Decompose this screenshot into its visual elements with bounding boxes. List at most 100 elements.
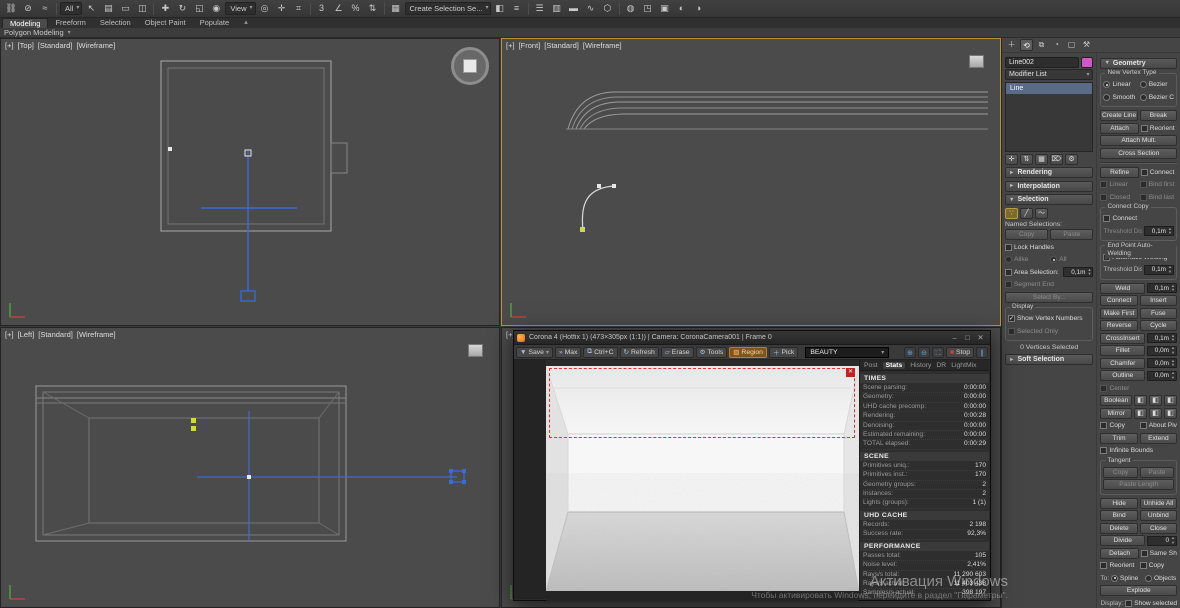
region-close-icon[interactable]: ✕: [846, 368, 855, 377]
layer-explorer-icon[interactable]: ▥: [549, 1, 565, 16]
display-tab-icon[interactable]: ▢: [1065, 39, 1078, 51]
select-and-link-icon[interactable]: ⛓: [3, 1, 19, 16]
render-pass-dropdown[interactable]: BEAUTY ▾: [805, 346, 890, 358]
weld-button[interactable]: Weld: [1100, 282, 1145, 294]
about-pivot-checkbox[interactable]: About Pivot: [1139, 422, 1177, 429]
ribbon-tab-freeform[interactable]: Freeform: [48, 18, 92, 28]
area-selection-checkbox[interactable]: Area Selection:: [1005, 268, 1061, 276]
lock-handles-checkbox[interactable]: Lock Handles: [1005, 243, 1093, 251]
outline-spinner[interactable]: 0,0m ▲ ▼: [1147, 370, 1177, 381]
make-unique-icon[interactable]: ▦: [1035, 153, 1048, 165]
crossinsert-button[interactable]: CrossInsert: [1100, 332, 1145, 344]
corona-ctrl-c-button[interactable]: ⧉ Ctrl+C: [583, 346, 618, 358]
make-first-button[interactable]: Make First: [1100, 307, 1138, 319]
fillet-button[interactable]: Fillet: [1100, 345, 1145, 356]
boolean-option-icon-0[interactable]: ◧: [1134, 395, 1147, 406]
create-tab-icon[interactable]: ＋: [1005, 39, 1018, 51]
detach-button[interactable]: Detach: [1100, 547, 1139, 559]
pin-stack-icon[interactable]: ✛: [1005, 153, 1018, 165]
snaps-toggle-icon[interactable]: 3: [314, 1, 330, 16]
material-editor-icon[interactable]: ◍: [623, 1, 639, 16]
rendered-frame-window-icon[interactable]: ▣: [657, 1, 673, 16]
minimize-icon[interactable]: –: [948, 333, 961, 342]
reorient-checkbox[interactable]: Reorient: [1140, 124, 1177, 132]
utilities-tab-icon[interactable]: ⚒: [1080, 39, 1093, 51]
angle-snap-icon[interactable]: ∠: [331, 1, 347, 16]
select-by-button[interactable]: Select By...: [1005, 291, 1094, 303]
show-vertex-numbers-checkbox[interactable]: ✓ Show Vertex Numbers: [1008, 315, 1090, 322]
spline-radio[interactable]: Spline: [1111, 574, 1143, 582]
render-iterative-icon[interactable]: ◑: [691, 1, 707, 16]
viewport-left[interactable]: [+] [Left] [Standard] [Wireframe]: [0, 327, 500, 608]
viewport-label-part-3[interactable]: [Wireframe]: [76, 41, 115, 50]
divide-spinner[interactable]: 0 ▲ ▼: [1147, 535, 1177, 546]
mirror-option-icon-2[interactable]: ◧: [1164, 407, 1177, 419]
hierarchy-tab-icon[interactable]: ⧉: [1035, 39, 1048, 51]
corona-vfb-window[interactable]: Corona 4 (Hotfix 1) (473×305px (1:1)) | …: [513, 330, 991, 601]
bezier-corner-radio[interactable]: Bezier Corner: [1139, 93, 1174, 101]
viewport-label-part-2[interactable]: [Standard]: [38, 330, 73, 339]
center-checkbox[interactable]: Center: [1100, 384, 1177, 392]
boolean-option-icon-2[interactable]: ◧: [1164, 395, 1177, 406]
rollout-rendering[interactable]: ► Rendering: [1005, 167, 1094, 178]
viewcube-mini[interactable]: [969, 55, 984, 68]
corona-tab-history[interactable]: History: [910, 362, 931, 369]
remove-modifier-icon[interactable]: ⌦: [1050, 153, 1063, 165]
rectangular-selection-region-icon[interactable]: ▭: [117, 1, 133, 16]
connect-checkbox[interactable]: Connect: [1103, 215, 1174, 222]
scene-explorer-icon[interactable]: ☰: [532, 1, 548, 16]
unhide-all-button[interactable]: Unhide All: [1139, 497, 1177, 509]
stop-render-button[interactable]: ■ Stop: [946, 346, 974, 358]
reference-coordinate-system-dropdown[interactable]: View ▾: [225, 2, 256, 15]
extend-button[interactable]: Extend: [1139, 432, 1177, 444]
corona-save-button[interactable]: ▼ Save ▾: [516, 346, 553, 358]
select-and-manipulate-icon[interactable]: ✛: [274, 1, 290, 16]
threshold-dist-spinner[interactable]: 0,1m ▲ ▼: [1144, 226, 1174, 236]
create-line-button[interactable]: Create Line: [1100, 110, 1138, 121]
mirror-button[interactable]: Mirror: [1100, 407, 1132, 419]
rollout-soft-selection[interactable]: ► Soft Selection: [1005, 354, 1094, 365]
viewport-label-part-0[interactable]: [+]: [506, 41, 515, 50]
infinite-bounds-checkbox[interactable]: Infinite Bounds: [1100, 447, 1177, 454]
viewport-label-part-3[interactable]: [Wireframe]: [77, 330, 116, 339]
stack-item-line[interactable]: Line: [1006, 82, 1093, 94]
reverse-button[interactable]: Reverse: [1100, 320, 1138, 331]
percent-snap-icon[interactable]: %: [348, 1, 364, 16]
viewport-label-part-2[interactable]: [Standard]: [38, 41, 73, 50]
area-selection-spinner[interactable]: 0,1m ▲ ▼: [1063, 267, 1094, 277]
ribbon-tab-modeling[interactable]: Modeling: [2, 18, 49, 28]
show-end-result-icon[interactable]: ⇅: [1020, 153, 1033, 165]
cycle-button[interactable]: Cycle: [1139, 320, 1177, 331]
curve-editor-icon[interactable]: ∿: [583, 1, 599, 16]
viewport-label-part-0[interactable]: [+]: [5, 330, 14, 339]
paste-button[interactable]: Paste: [1139, 466, 1174, 478]
mirror-option-icon-1[interactable]: ◧: [1149, 407, 1162, 419]
configure-modifier-sets-icon[interactable]: ⚙: [1065, 153, 1078, 165]
fillet-spinner[interactable]: 0,0m ▲ ▼: [1147, 345, 1177, 356]
viewport-label-part-3[interactable]: [Wireframe]: [583, 41, 622, 50]
align-icon[interactable]: ≡: [509, 1, 525, 16]
selected-only-checkbox[interactable]: Selected Only: [1008, 327, 1090, 335]
divide-button[interactable]: Divide: [1100, 535, 1145, 546]
bind-first-checkbox[interactable]: Bind first: [1139, 181, 1177, 188]
mirror-icon[interactable]: ◧: [492, 1, 508, 16]
pause-render-icon[interactable]: ∥: [976, 346, 988, 358]
object-name-field[interactable]: Line002: [1005, 56, 1080, 68]
copy-checkbox[interactable]: Copy: [1100, 422, 1137, 429]
modifier-list-dropdown[interactable]: Modifier List ▾: [1005, 69, 1094, 80]
spline-subobject-icon[interactable]: 〜: [1035, 207, 1048, 219]
linear-radio[interactable]: Linear: [1103, 81, 1137, 88]
connect-button[interactable]: Connect: [1100, 295, 1138, 306]
refine-button[interactable]: Refine: [1100, 166, 1139, 178]
viewport-label-part-2[interactable]: [Standard]: [544, 41, 579, 50]
insert-button[interactable]: Insert: [1139, 295, 1177, 306]
corona-tools-button[interactable]: ⚙ Tools: [695, 346, 728, 358]
corona-region-button[interactable]: ▧ Region: [729, 346, 767, 358]
cross-section-button[interactable]: Cross Section: [1100, 147, 1177, 159]
select-object-icon[interactable]: ↖: [83, 1, 99, 16]
select-and-move-icon[interactable]: ✚: [157, 1, 173, 16]
weld-spinner[interactable]: 0,1m ▲ ▼: [1147, 283, 1177, 293]
bezier-radio[interactable]: Bezier: [1139, 81, 1174, 88]
viewport-label-part-0[interactable]: [+]: [5, 41, 14, 50]
rollout-selection[interactable]: ▼ Selection: [1005, 194, 1094, 205]
